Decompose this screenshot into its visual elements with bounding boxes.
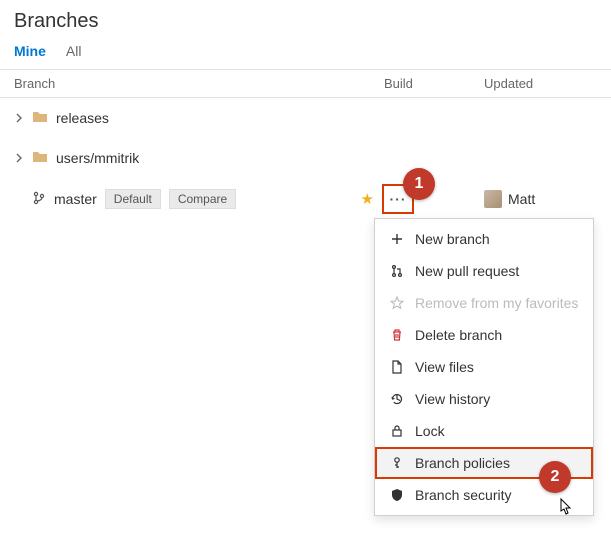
menu-label: Delete branch [415,327,502,343]
folder-name: users/mmitrik [56,150,139,166]
file-icon [389,360,405,374]
callout-badge-2: 2 [539,461,571,493]
pull-request-icon [389,264,405,278]
menu-label: New branch [415,231,490,247]
chevron-right-icon[interactable] [14,113,24,123]
policy-icon [389,456,405,470]
tabs: Mine All [14,43,597,69]
menu-lock[interactable]: Lock [375,415,593,447]
column-header-row: Branch Build Updated [0,69,611,98]
favorite-star-icon[interactable]: ★ [361,190,374,208]
menu-label: New pull request [415,263,519,279]
menu-label: View files [415,359,474,375]
menu-label: Remove from my favorites [415,295,578,311]
updated-by-name[interactable]: Matt [508,191,535,207]
menu-label: View history [415,391,490,407]
chevron-right-icon[interactable] [14,153,24,163]
branch-icon [32,191,46,208]
tab-all[interactable]: All [66,43,82,63]
branch-row-master[interactable]: master Default Compare ★ ··· Matt [0,178,611,220]
folder-icon [32,110,48,127]
column-build[interactable]: Build [384,76,484,91]
cursor-pointer-icon [555,497,575,522]
column-branch[interactable]: Branch [14,76,384,91]
history-icon [389,392,405,406]
tab-mine[interactable]: Mine [14,43,46,63]
menu-view-files[interactable]: View files [375,351,593,383]
default-badge: Default [105,189,161,209]
menu-delete-branch[interactable]: Delete branch [375,319,593,351]
menu-new-branch[interactable]: New branch [375,223,593,255]
menu-new-pull-request[interactable]: New pull request [375,255,593,287]
folder-row-releases[interactable]: releases [0,98,611,138]
callout-badge-1: 1 [403,168,435,200]
menu-view-history[interactable]: View history [375,383,593,415]
menu-label: Lock [415,423,445,439]
menu-label: Branch security [415,487,511,503]
menu-label: Branch policies [415,455,510,471]
folder-icon [32,150,48,167]
avatar [484,190,502,208]
shield-icon [389,488,405,502]
branch-name: master [54,191,97,207]
folder-name: releases [56,110,109,126]
lock-icon [389,424,405,438]
star-outline-icon [389,296,405,310]
trash-icon [389,328,405,342]
menu-remove-favorite: Remove from my favorites [375,287,593,319]
folder-row-users[interactable]: users/mmitrik [0,138,611,178]
page-title: Branches [14,10,597,33]
compare-badge: Compare [169,189,236,209]
column-updated[interactable]: Updated [484,76,597,91]
plus-icon [389,232,405,246]
